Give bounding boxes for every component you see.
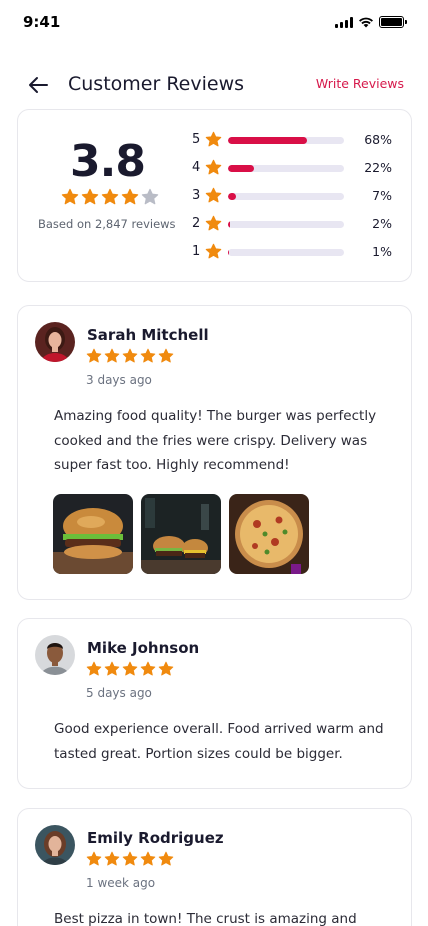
review-date: 3 days ago	[86, 373, 152, 387]
star-icon	[140, 661, 156, 676]
page-title: Customer Reviews	[68, 73, 245, 95]
distribution-bar	[228, 221, 344, 228]
status-time: 9:41	[23, 13, 61, 31]
star-icon	[205, 243, 222, 259]
cellular-signal-icon	[335, 16, 353, 28]
arrow-left-icon	[29, 77, 48, 93]
star-icon	[86, 661, 102, 676]
star-icon	[122, 348, 138, 363]
star-icon	[122, 661, 138, 676]
star-icon	[121, 188, 139, 205]
star-icon	[81, 188, 99, 205]
rating-distribution-row: 2 2%	[192, 214, 402, 242]
review-photos	[53, 494, 309, 574]
star-icon	[86, 851, 102, 866]
status-icons	[335, 16, 407, 28]
rating-distribution-row: 4 22%	[192, 158, 402, 186]
average-rating: 3.8	[70, 136, 146, 187]
star-icon	[104, 851, 120, 866]
star-icon	[141, 188, 159, 205]
star-level: 1	[192, 244, 201, 259]
review-text: Best pizza in town! The crust is amazing…	[54, 911, 357, 926]
star-icon	[205, 215, 222, 231]
distribution-bar	[228, 193, 344, 200]
header: Customer Reviews Write Reviews	[0, 62, 428, 108]
distribution-percent: 1%	[372, 244, 392, 259]
back-button[interactable]	[24, 71, 52, 99]
review-card: Mike Johnson 5 days ago Good experience …	[17, 618, 412, 789]
distribution-bar	[228, 137, 344, 144]
distribution-percent: 7%	[372, 188, 392, 203]
distribution-bar-fill	[228, 221, 231, 228]
distribution-bar	[228, 165, 344, 172]
star-level: 2	[192, 216, 201, 231]
star-icon	[140, 348, 156, 363]
review-date: 1 week ago	[86, 876, 156, 890]
review-card: Emily Rodriguez 1 week ago Best pizza in…	[17, 808, 412, 926]
star-icon	[122, 851, 138, 866]
review-card: Sarah Mitchell 3 days ago Amazing food q…	[17, 305, 412, 600]
star-icon	[104, 661, 120, 676]
star-icon	[101, 188, 119, 205]
distribution-bar	[228, 249, 344, 256]
review-date: 5 days ago	[86, 686, 152, 700]
rating-distribution: 5 68% 4 22% 3 7% 2 2% 1 1%	[192, 130, 402, 270]
review-text: Amazing food quality! The burger was per…	[54, 408, 377, 473]
star-icon	[140, 851, 156, 866]
rating-summary-card: 3.8 Based on 2,847 reviews 5 68% 4 22% 3 7% 2 2…	[17, 109, 412, 282]
avatar	[35, 322, 75, 362]
wifi-icon	[359, 17, 373, 28]
star-icon	[205, 159, 222, 175]
review-stars	[86, 348, 174, 364]
distribution-percent: 2%	[372, 216, 392, 231]
status-bar: 9:41	[0, 0, 428, 44]
burgers-photo[interactable]	[141, 494, 221, 574]
star-icon	[158, 348, 174, 363]
star-icon	[104, 348, 120, 363]
distribution-bar-fill	[228, 193, 237, 200]
star-level: 3	[192, 188, 201, 203]
rating-distribution-row: 1 1%	[192, 242, 402, 270]
distribution-percent: 68%	[364, 132, 392, 147]
distribution-bar-fill	[228, 165, 254, 172]
distribution-percent: 22%	[364, 160, 392, 175]
reviewer-name: Sarah Mitchell	[87, 326, 209, 344]
pizza-photo[interactable]	[229, 494, 309, 574]
reviewer-name: Mike Johnson	[87, 639, 200, 657]
distribution-bar-fill	[228, 249, 230, 256]
avatar	[35, 825, 75, 865]
distribution-bar-fill	[228, 137, 307, 144]
rating-distribution-row: 3 7%	[192, 186, 402, 214]
star-icon	[158, 851, 174, 866]
star-icon	[86, 348, 102, 363]
star-icon	[61, 188, 79, 205]
star-icon	[205, 187, 222, 203]
battery-icon	[379, 16, 407, 28]
average-star-rating	[61, 188, 159, 206]
star-level: 4	[192, 160, 201, 175]
write-reviews-link[interactable]: Write Reviews	[316, 76, 404, 91]
avatar	[35, 635, 75, 675]
review-count: Based on 2,847 reviews	[38, 217, 176, 231]
star-icon	[205, 131, 222, 147]
rating-distribution-row: 5 68%	[192, 130, 402, 158]
reviewer-name: Emily Rodriguez	[87, 829, 224, 847]
review-stars	[86, 661, 174, 677]
burger-photo[interactable]	[53, 494, 133, 574]
star-icon	[158, 661, 174, 676]
star-level: 5	[192, 132, 201, 147]
review-text: Good experience overall. Food arrived wa…	[54, 721, 384, 762]
review-stars	[86, 851, 174, 867]
